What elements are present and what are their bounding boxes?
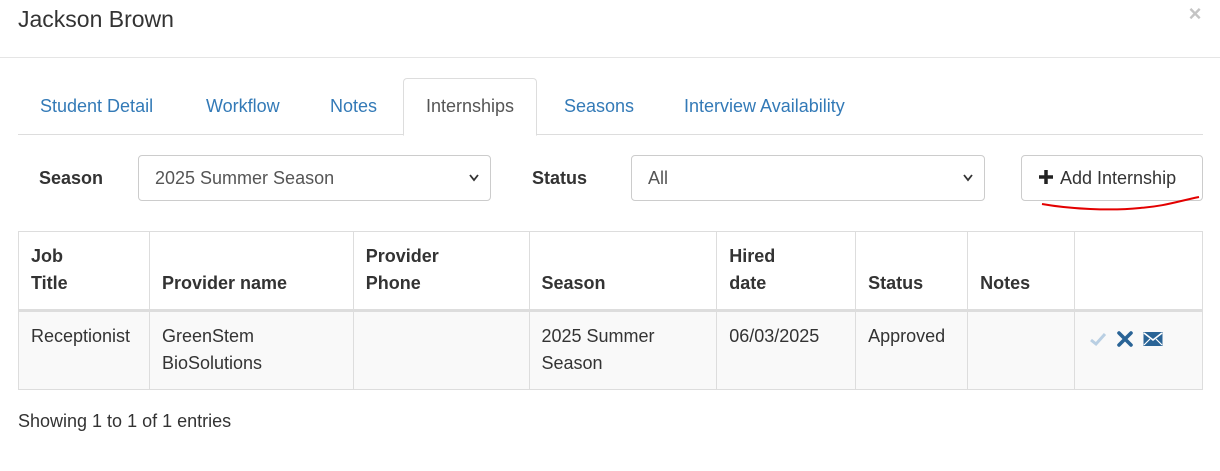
tab-student-detail[interactable]: Student Detail [18, 78, 175, 135]
season-select[interactable]: 2025 Summer Season [138, 155, 491, 201]
tab-internships[interactable]: Internships [403, 78, 538, 136]
status-select-value: All [648, 168, 669, 188]
column-header-provider-phone[interactable]: Provider Phone [352, 231, 530, 312]
cell-status: Approved [855, 310, 969, 390]
chevron-down-icon [962, 156, 974, 218]
table-header-row: Job Title Provider name Provider Phone S… [18, 231, 1203, 312]
cell-season: 2025 Summer Season [528, 310, 718, 390]
cell-provider-phone [352, 310, 530, 390]
delete-x-icon[interactable] [1117, 328, 1133, 355]
red-annotation-underline [1041, 196, 1200, 211]
chevron-down-icon [468, 156, 480, 218]
cell-actions [1074, 310, 1203, 390]
column-header-provider-name[interactable]: Provider name [148, 231, 354, 312]
tab-workflow[interactable]: Workflow [184, 78, 302, 135]
email-icon[interactable] [1143, 328, 1163, 355]
internships-table: Job Title Provider name Provider Phone S… [18, 231, 1203, 390]
status-select[interactable]: All [631, 155, 985, 201]
close-icon[interactable]: × [1183, 2, 1207, 26]
add-internship-label: Add Internship [1060, 168, 1177, 188]
tab-notes[interactable]: Notes [308, 78, 399, 135]
column-header-actions [1074, 231, 1203, 312]
cell-hired-date: 06/03/2025 [716, 310, 857, 390]
season-select-value: 2025 Summer Season [155, 168, 335, 188]
status-filter-label: Status [532, 168, 588, 188]
column-header-hired-date[interactable]: Hired date [716, 231, 857, 312]
cell-job-title: Receptionist [18, 310, 150, 390]
column-header-status[interactable]: Status [855, 231, 969, 312]
modal-header: Jackson Brown × [0, 0, 1220, 58]
tab-seasons[interactable]: Seasons [542, 78, 656, 135]
modal-title: Jackson Brown [18, 6, 174, 32]
table-row: Receptionist GreenStem BioSolutions 2025… [18, 310, 1203, 390]
table-info: Showing 1 to 1 of 1 entries [18, 411, 232, 431]
column-header-job-title[interactable]: Job Title [18, 231, 150, 312]
column-header-season[interactable]: Season [528, 231, 718, 312]
season-filter-label: Season [39, 168, 104, 188]
column-header-notes[interactable]: Notes [967, 231, 1076, 312]
tab-bar: Student Detail Workflow Notes Internship… [18, 78, 1203, 136]
cell-provider-name: GreenStem BioSolutions [148, 310, 354, 390]
check-icon[interactable] [1089, 328, 1107, 355]
cell-notes [967, 310, 1076, 390]
tab-interview-availability[interactable]: Interview Availability [662, 78, 867, 135]
